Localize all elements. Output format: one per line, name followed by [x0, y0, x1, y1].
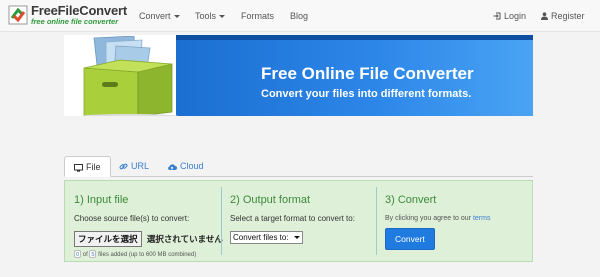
choose-file-button[interactable]: ファイルを選択 [74, 231, 142, 247]
user-icon [541, 12, 548, 20]
output-format-value: Convert files to: [233, 233, 289, 242]
tab-cloud-label: Cloud [180, 161, 204, 171]
step-output-title: 2) Output format [230, 194, 311, 206]
login-label: Login [504, 11, 527, 21]
terms-agreement: By clicking you agree to our terms [385, 215, 525, 222]
chevron-down-icon [219, 15, 226, 19]
step-convert: 3) Convert By clicking you agree to our … [385, 189, 525, 261]
step-output: 2) Output format Select a target format … [230, 189, 376, 261]
column-divider [376, 187, 377, 255]
top-navbar: FreeFileConvert free online file convert… [0, 0, 600, 32]
banner-title: Free Online File Converter [261, 64, 474, 83]
step-input-title: 1) Input file [74, 194, 129, 206]
chevron-down-icon [173, 15, 180, 19]
step-input-text: Choose source file(s) to convert: [74, 214, 190, 223]
chevron-down-icon [293, 236, 300, 240]
step-input: 1) Input file Choose source file(s) to c… [74, 189, 223, 261]
monitor-icon [74, 164, 83, 172]
convert-button[interactable]: Convert [385, 228, 435, 250]
file-picker: ファイルを選択 選択されていません [74, 231, 223, 247]
tab-file-label: File [86, 162, 101, 172]
nav-convert-label: Convert [139, 11, 171, 21]
nav-formats-label: Formats [241, 11, 275, 21]
step-convert-title: 3) Convert [385, 194, 437, 206]
brand-tagline: free online file converter [31, 17, 119, 26]
brand-name: FreeFileConvert [31, 3, 127, 18]
tab-file[interactable]: File [64, 156, 111, 177]
column-divider [221, 187, 222, 255]
files-count-info: 0 of 5 files added (up to 600 MB combine… [74, 250, 220, 258]
terms-link[interactable]: terms [473, 215, 491, 222]
register-link[interactable]: Register [541, 10, 585, 22]
output-format-select[interactable]: Convert files to: [230, 231, 303, 244]
tab-cloud[interactable]: Cloud [158, 156, 213, 177]
nav-convert[interactable]: Convert [139, 10, 180, 22]
nav-tools-label: Tools [195, 11, 217, 21]
files-count-of: of [82, 252, 88, 258]
link-icon [119, 163, 128, 170]
terms-agreement-text: By clicking you agree to our [385, 215, 471, 222]
file-box-illustration [82, 36, 178, 116]
nav-blog-label: Blog [290, 11, 309, 21]
tab-url[interactable]: URL [110, 156, 158, 177]
cloud-icon [168, 164, 177, 170]
sign-in-icon [493, 12, 501, 20]
logo-icon [8, 5, 28, 25]
nav-tools[interactable]: Tools [195, 10, 226, 22]
files-count-note: files added (up to 600 MB combined) [98, 252, 197, 258]
files-count-current: 0 [74, 250, 82, 258]
files-count-max: 5 [89, 250, 97, 258]
banner-stripe [176, 35, 533, 40]
nav-formats[interactable]: Formats [241, 10, 274, 22]
file-status-text: 選択されていません [146, 234, 223, 244]
banner-subtitle: Convert your files into different format… [261, 88, 472, 100]
login-link[interactable]: Login [493, 10, 526, 22]
register-label: Register [551, 11, 585, 21]
site-logo[interactable]: FreeFileConvert free online file convert… [8, 3, 127, 28]
tab-url-label: URL [131, 161, 150, 171]
step-output-text: Select a target format to convert to: [230, 214, 355, 223]
nav-blog[interactable]: Blog [290, 10, 308, 22]
converter-panel: 1) Input file Choose source file(s) to c… [64, 180, 533, 262]
